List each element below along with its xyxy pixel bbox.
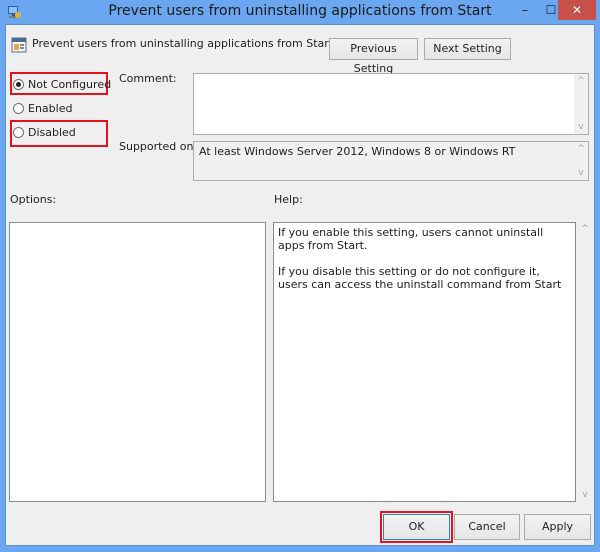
options-label: Options:	[10, 193, 57, 206]
supported-scrollbar[interactable]: ^ v	[574, 142, 588, 180]
radio-not-configured[interactable]: Not Configured	[13, 77, 111, 91]
window-title: Prevent users from uninstalling applicat…	[108, 3, 492, 19]
setting-name: Prevent users from uninstalling applicat…	[32, 37, 334, 50]
radio-button[interactable]	[13, 126, 24, 138]
help-paragraph: If you disable this setting or do not co…	[278, 265, 562, 291]
apply-button[interactable]: Apply	[524, 514, 591, 540]
close-button[interactable]: ✕	[558, 0, 596, 20]
next-setting-button[interactable]: Next Setting	[424, 38, 511, 60]
previous-setting-button[interactable]: Previous Setting	[329, 38, 418, 75]
options-panel	[9, 222, 266, 502]
comment-scrollbar[interactable]: ^ v	[574, 74, 588, 134]
scroll-down-arrow-icon[interactable]: v	[574, 168, 588, 178]
supported-on-label: Supported on:	[119, 140, 198, 153]
title-bar[interactable]: Prevent users from uninstalling applicat…	[0, 0, 600, 24]
radio-button-checked[interactable]	[13, 78, 24, 90]
scroll-down-arrow-icon[interactable]: v	[578, 490, 592, 500]
radio-label: Enabled	[28, 101, 73, 115]
help-text: If you enable this setting, users cannot…	[278, 226, 571, 304]
help-panel: If you enable this setting, users cannot…	[273, 222, 576, 502]
supported-on-field: At least Windows Server 2012, Windows 8 …	[193, 141, 589, 181]
scroll-down-arrow-icon[interactable]: v	[574, 122, 588, 132]
comment-label: Comment:	[119, 72, 177, 85]
policy-setting-icon	[11, 37, 27, 53]
scroll-up-arrow-icon[interactable]: ^	[574, 144, 588, 154]
help-label: Help:	[274, 193, 303, 206]
scroll-up-arrow-icon[interactable]: ^	[574, 76, 588, 86]
radio-label: Disabled	[28, 125, 76, 139]
scroll-up-arrow-icon[interactable]: ^	[578, 224, 592, 234]
dialog-body: Prevent users from uninstalling applicat…	[5, 24, 595, 546]
radio-disabled[interactable]: Disabled	[13, 125, 76, 139]
radio-label: Not Configured	[28, 77, 112, 91]
supported-on-value: At least Windows Server 2012, Windows 8 …	[199, 145, 516, 158]
help-scrollbar[interactable]: ^ v	[578, 222, 592, 502]
cancel-button[interactable]: Cancel	[454, 514, 520, 540]
comment-textarea[interactable]: ^ v	[193, 73, 589, 135]
help-paragraph: If you enable this setting, users cannot…	[278, 226, 544, 252]
minimize-button[interactable]: –	[512, 0, 538, 20]
policy-setting-window: Prevent users from uninstalling applicat…	[0, 0, 600, 552]
radio-button[interactable]	[13, 102, 24, 114]
radio-enabled[interactable]: Enabled	[13, 101, 72, 115]
ok-button[interactable]: OK	[383, 514, 450, 540]
